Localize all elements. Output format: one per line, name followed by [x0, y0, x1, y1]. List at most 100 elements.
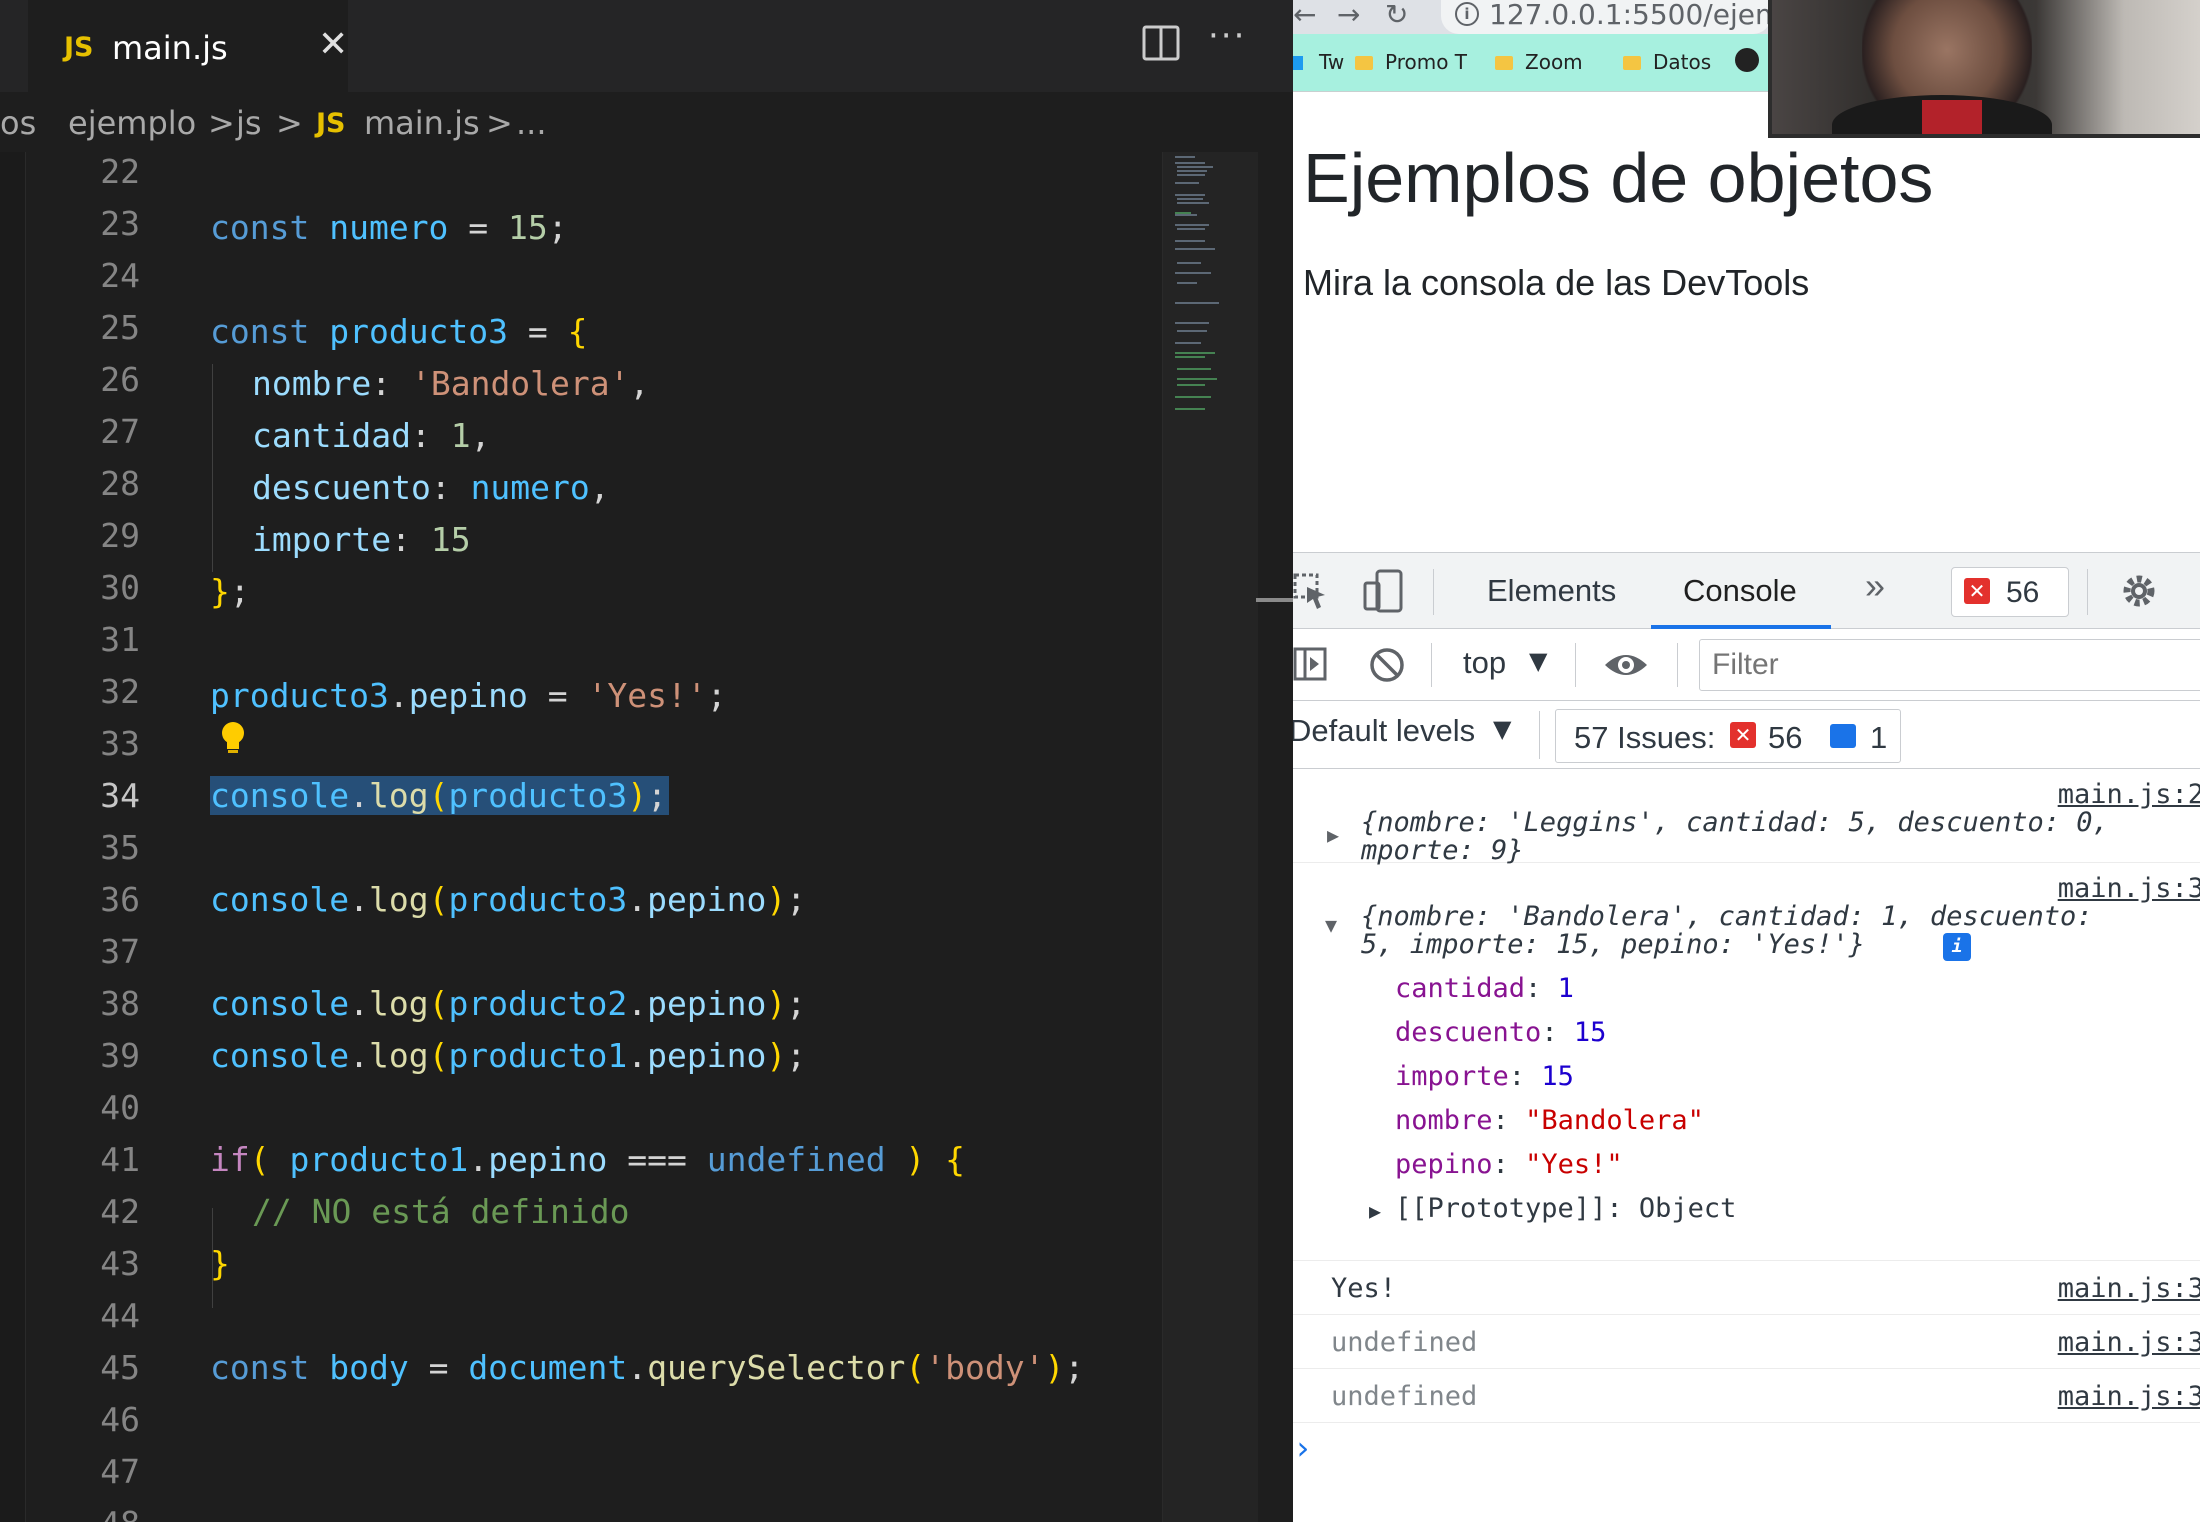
gear-icon[interactable]	[2119, 571, 2159, 611]
devtools-panel: Elements Console » ✕ 56 top ▼ Filter Def…	[1293, 552, 2200, 1522]
globe-icon[interactable]	[1735, 48, 1759, 72]
split-editor-icon[interactable]	[1142, 24, 1180, 62]
log-text: Yes!	[1331, 1273, 1397, 1304]
chevron-right-icon: >	[486, 104, 513, 142]
info-message-icon	[1830, 724, 1856, 748]
line-number: 47	[100, 1452, 140, 1491]
error-count-badge[interactable]: ✕ 56	[1951, 567, 2069, 617]
code-area[interactable]: 22 23 24 25 26 27 28 29 30 31 32 33 34 35 36 37 38 39 40 41…	[0, 152, 1165, 1522]
info-icon[interactable]: i	[1455, 2, 1479, 26]
forward-icon[interactable]: →	[1337, 0, 1360, 31]
devtools-tab-bar: Elements Console » ✕ 56	[1293, 553, 2200, 629]
source-link[interactable]: main.js:3	[2058, 873, 2200, 904]
code-line-39: console.log(producto1.pepino);	[210, 1036, 807, 1075]
line-number: 39	[100, 1036, 140, 1075]
device-toolbar-icon[interactable]	[1363, 569, 1403, 613]
line-number: 27	[100, 412, 140, 451]
tab-console[interactable]: Console	[1683, 573, 1797, 609]
chevron-right-icon: >	[276, 104, 303, 142]
breadcrumb-ellipsis[interactable]: ...	[516, 104, 547, 142]
source-link[interactable]: main.js:3	[2058, 1381, 2200, 1412]
source-link[interactable]: main.js:2	[2058, 779, 2200, 810]
code-line-38: console.log(producto2.pepino);	[210, 984, 807, 1023]
minimap-preview	[1175, 156, 1219, 410]
reload-icon[interactable]: ↻	[1385, 0, 1408, 31]
line-number: 41	[100, 1140, 140, 1179]
object-property: cantidad: 1	[1395, 973, 1574, 1004]
console-message-expanded: main.js:3 ▼ {nombre: 'Bandolera', cantid…	[1293, 863, 2200, 1261]
object-preview-line2[interactable]: 5, importe: 15, pepino: 'Yes!'}	[1361, 929, 1865, 960]
folder-icon	[1623, 56, 1641, 70]
editor-tab-bar: JS main.js ✕ ···	[0, 0, 1293, 92]
bookmark-datos[interactable]: Datos	[1623, 50, 1711, 74]
line-number: 25	[100, 308, 140, 347]
issues-button[interactable]: 57 Issues: ✕ 56 1	[1555, 709, 1901, 763]
line-number: 36	[100, 880, 140, 919]
tab-main-js[interactable]: JS main.js ✕	[28, 0, 348, 92]
breadcrumb-file[interactable]: main.js	[364, 104, 480, 142]
bookmark-zoom[interactable]: Zoom	[1495, 50, 1583, 74]
minimap[interactable]	[1162, 152, 1258, 1522]
prototype-entry[interactable]: [[Prototype]]: Object	[1395, 1193, 1736, 1224]
console-levels-bar: Default levels ▼ 57 Issues: ✕ 56 1	[1293, 701, 2200, 769]
info-icon[interactable]: i	[1943, 933, 1971, 961]
source-link[interactable]: main.js:3	[2058, 1327, 2200, 1358]
default-levels-dropdown[interactable]: Default levels	[1293, 713, 1475, 749]
code-line-26: nombre: 'Bandolera',	[252, 364, 650, 403]
dropdown-arrow-icon[interactable]: ▼	[1493, 715, 1511, 743]
inspect-element-icon[interactable]	[1293, 571, 1329, 611]
breadcrumb-subfolder[interactable]: js	[236, 104, 262, 142]
line-number: 44	[100, 1296, 140, 1335]
error-count: 56	[2006, 576, 2040, 609]
expand-triangle-icon[interactable]: ▶	[1369, 1199, 1381, 1223]
bookmark-twitter[interactable]: Tw	[1293, 50, 1344, 74]
tab-elements[interactable]: Elements	[1487, 573, 1616, 609]
eye-icon[interactable]	[1603, 645, 1649, 685]
line-number: 40	[100, 1088, 140, 1127]
page-heading: Ejemplos de objetos	[1303, 139, 1934, 217]
line-number: 31	[100, 620, 140, 659]
twitter-icon	[1293, 56, 1303, 70]
issues-label: 57 Issues:	[1574, 720, 1716, 755]
line-number: 48	[60, 1504, 140, 1522]
expand-triangle-icon[interactable]: ▶	[1327, 823, 1339, 847]
dropdown-arrow-icon[interactable]: ▼	[1529, 647, 1547, 675]
breadcrumb-folder[interactable]: ejemplo	[68, 104, 196, 142]
separator	[2087, 569, 2088, 615]
object-preview-line2[interactable]: mporte: 9}	[1361, 835, 1524, 866]
more-actions-icon[interactable]: ···	[1208, 16, 1246, 56]
line-number: 38	[100, 984, 140, 1023]
console-message: main.js:3 undefined	[1293, 1369, 2200, 1423]
close-icon[interactable]: ✕	[318, 24, 348, 65]
collapse-triangle-icon[interactable]: ▼	[1325, 913, 1337, 937]
lightbulb-icon[interactable]	[218, 719, 248, 759]
webcam-overlay	[1768, 0, 2200, 138]
separator	[1575, 643, 1576, 687]
separator	[1433, 569, 1434, 615]
address-bar[interactable]: i 127.0.0.1:5500/ejemplo/i...	[1441, 0, 1869, 34]
scrollbar-thumb-marker[interactable]	[1256, 598, 1293, 602]
object-preview-line1[interactable]: {nombre: 'Bandolera', cantidad: 1, descu…	[1361, 901, 2093, 932]
context-selector[interactable]: top	[1463, 645, 1506, 681]
filter-input[interactable]	[1700, 640, 2200, 690]
source-link[interactable]: main.js:3	[2058, 1273, 2200, 1304]
object-preview-line1[interactable]: {nombre: 'Leggins', cantidad: 5, descuen…	[1361, 807, 2109, 838]
console-prompt[interactable]: ›	[1293, 1429, 1312, 1467]
scrollbar[interactable]	[1258, 152, 1293, 1522]
clear-console-icon[interactable]	[1367, 645, 1407, 685]
filter-input-box[interactable]	[1699, 639, 2200, 691]
bookmark-promo-t[interactable]: Promo T	[1355, 50, 1467, 74]
log-text: undefined	[1331, 1327, 1478, 1358]
breadcrumb: os ejemplo > js > JS main.js > ...	[0, 92, 1293, 152]
sidebar-toggle-icon[interactable]	[1293, 645, 1329, 683]
tab-title: main.js	[112, 29, 228, 67]
breadcrumb-partial[interactable]: os	[0, 104, 36, 142]
code-line-32: producto3.pepino = 'Yes!';	[210, 676, 727, 715]
chevron-right-icon: >	[208, 104, 235, 142]
code-editor[interactable]: JS main.js ✕ ··· os ejemplo > js > JS ma…	[0, 0, 1293, 1522]
separator	[1539, 711, 1540, 759]
more-tabs-icon[interactable]: »	[1865, 565, 1885, 607]
code-line-43: }	[210, 1244, 230, 1283]
console-message: main.js:3 Yes!	[1293, 1261, 2200, 1315]
back-icon[interactable]: ←	[1293, 0, 1316, 31]
